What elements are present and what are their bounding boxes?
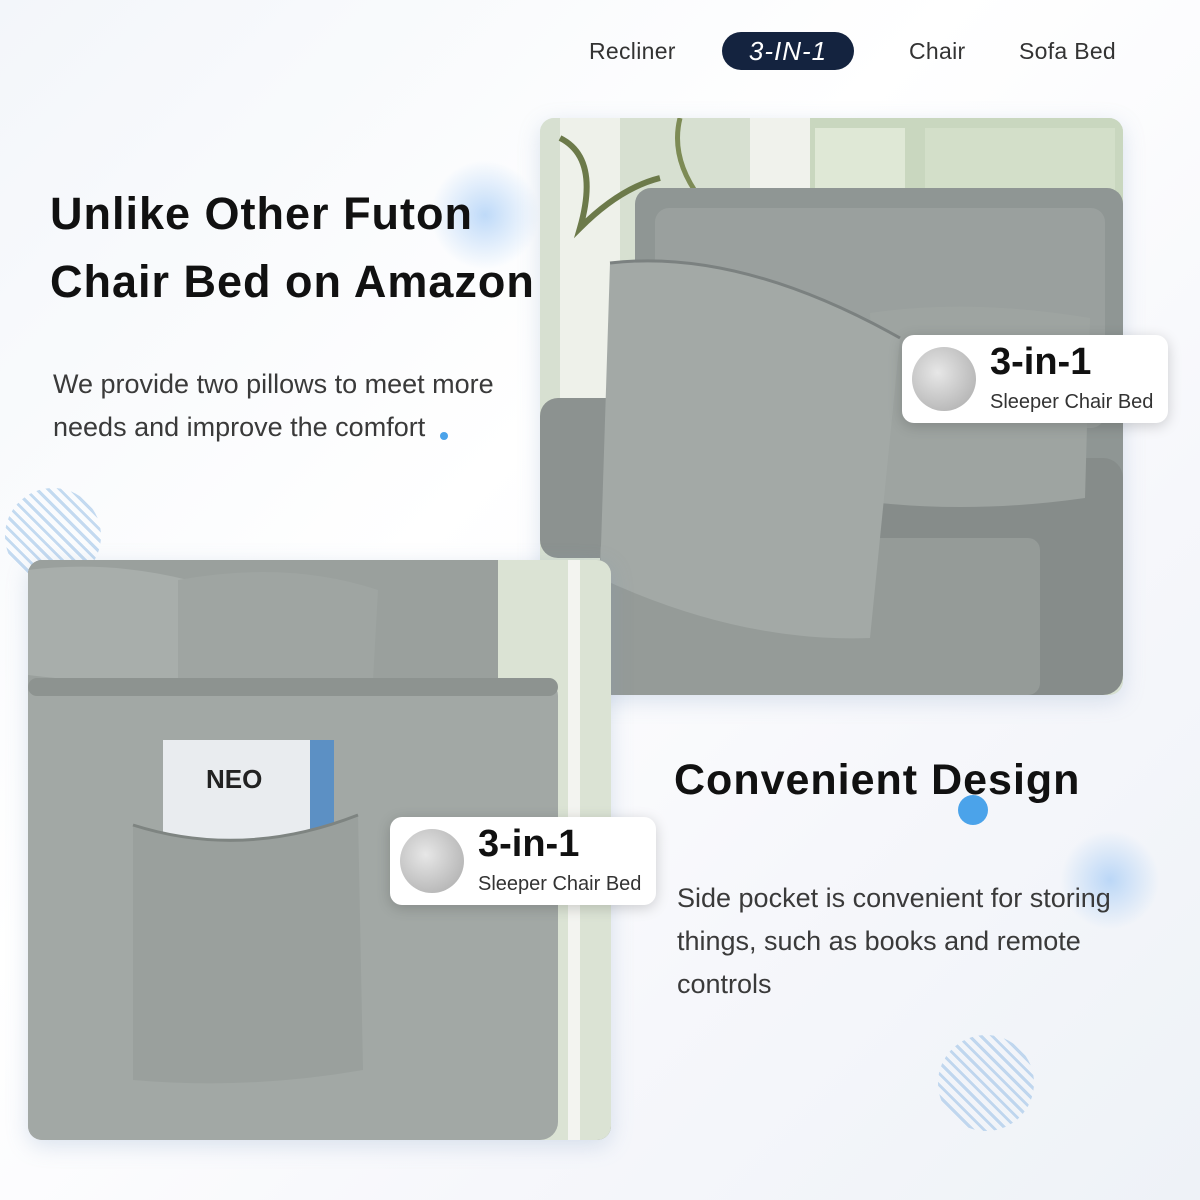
nav-item-3-in-1-active[interactable]: 3-IN-1 xyxy=(722,32,854,70)
nav-item-recliner[interactable]: Recliner xyxy=(589,38,676,65)
badge-title: 3-in-1 xyxy=(990,341,1092,383)
sleeper-chair-bed-badge[interactable]: 3-in-1 Sleeper Chair Bed xyxy=(902,335,1168,423)
nav-item-chair[interactable]: Chair xyxy=(909,38,965,65)
nav-item-sofa-bed[interactable]: Sofa Bed xyxy=(1019,38,1116,65)
section1-headline-line1: Unlike Other Futon xyxy=(50,188,473,239)
badge-subtitle: Sleeper Chair Bed xyxy=(478,873,642,895)
section1-headline: Unlike Other Futon Chair Bed on Amazon xyxy=(50,180,610,316)
badge-title: 3-in-1 xyxy=(478,823,580,865)
book-cover-letter-n: NEO xyxy=(206,764,262,794)
section2-description-line1: Side pocket is convenient for storing xyxy=(677,883,1111,913)
product-variant-nav: Recliner 3-IN-1 Chair Sofa Bed xyxy=(560,30,1160,74)
decorative-striped-circle xyxy=(938,1035,1034,1131)
chair-thumbnail-icon xyxy=(400,829,464,893)
section1-headline-line2: Chair Bed on Amazon xyxy=(50,256,535,307)
section2-description-line2: things, such as books and remote xyxy=(677,926,1081,956)
badge-subtitle: Sleeper Chair Bed xyxy=(990,391,1154,413)
section1-description: We provide two pillows to meet more need… xyxy=(53,363,533,449)
section1-description-line2: needs and improve the comfort xyxy=(53,412,426,442)
chair-thumbnail-icon xyxy=(912,347,976,411)
section2-description-line3: controls xyxy=(677,969,772,999)
section1-description-line1: We provide two pillows to meet more xyxy=(53,369,494,399)
sleeper-chair-bed-badge[interactable]: 3-in-1 Sleeper Chair Bed xyxy=(390,817,656,905)
section2-description: Side pocket is convenient for storing th… xyxy=(677,877,1157,1006)
section2-headline: Convenient Design xyxy=(674,756,1081,804)
